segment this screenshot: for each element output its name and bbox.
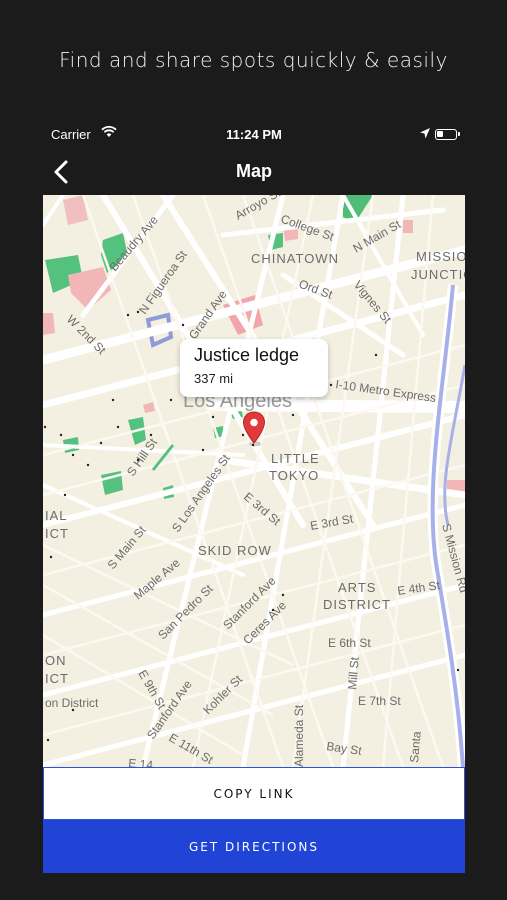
map-label: ARTS (338, 580, 376, 595)
map-label: Bay St (326, 739, 364, 758)
map-label: ICT (45, 671, 69, 686)
get-directions-button[interactable]: GET DIRECTIONS (43, 820, 465, 873)
location-arrow-icon (420, 127, 430, 142)
map-label: E 14 (128, 756, 154, 767)
nav-bar: Map (43, 152, 465, 192)
battery-icon (435, 129, 460, 140)
headline: Find and share spots quickly & easily (59, 48, 448, 72)
status-bar: Carrier 11:24 PM (43, 124, 465, 146)
map-canvas: Arroyo St College St N Main St MISSIO JU… (43, 195, 465, 767)
spot-distance: 337 mi (194, 371, 234, 386)
map-label: MISSIO (416, 249, 465, 264)
map-label: CHINATOWN (251, 251, 339, 266)
map-label: SKID ROW (198, 543, 272, 558)
map-label: Santa (407, 730, 424, 763)
clock: 11:24 PM (226, 127, 282, 142)
map-label: E 11th St (167, 730, 217, 767)
map-label: E 7th St (358, 694, 401, 708)
map-label: E 6th St (328, 636, 371, 650)
spot-callout[interactable]: Justice ledge 337 mi (180, 339, 328, 397)
map-view[interactable]: Arroyo St College St N Main St MISSIO JU… (43, 195, 465, 767)
map-label: ICT (45, 526, 69, 541)
spot-name: Justice ledge (194, 345, 300, 365)
map-label: JUNCTIO (411, 267, 465, 282)
map-label: IAL (45, 508, 68, 523)
copy-link-button[interactable]: COPY LINK (43, 767, 465, 820)
map-label: ON (45, 653, 67, 668)
map-label: Alameda St (292, 704, 306, 767)
map-label: Mill St (345, 656, 362, 690)
map-pin-icon[interactable] (242, 411, 266, 447)
map-label: on District (45, 696, 99, 710)
map-label: S Main St (105, 523, 150, 572)
map-label: TOKYO (269, 468, 319, 483)
page-title: Map (236, 161, 272, 181)
map-label: LITTLE (271, 451, 320, 466)
map-label: DISTRICT (323, 597, 391, 612)
